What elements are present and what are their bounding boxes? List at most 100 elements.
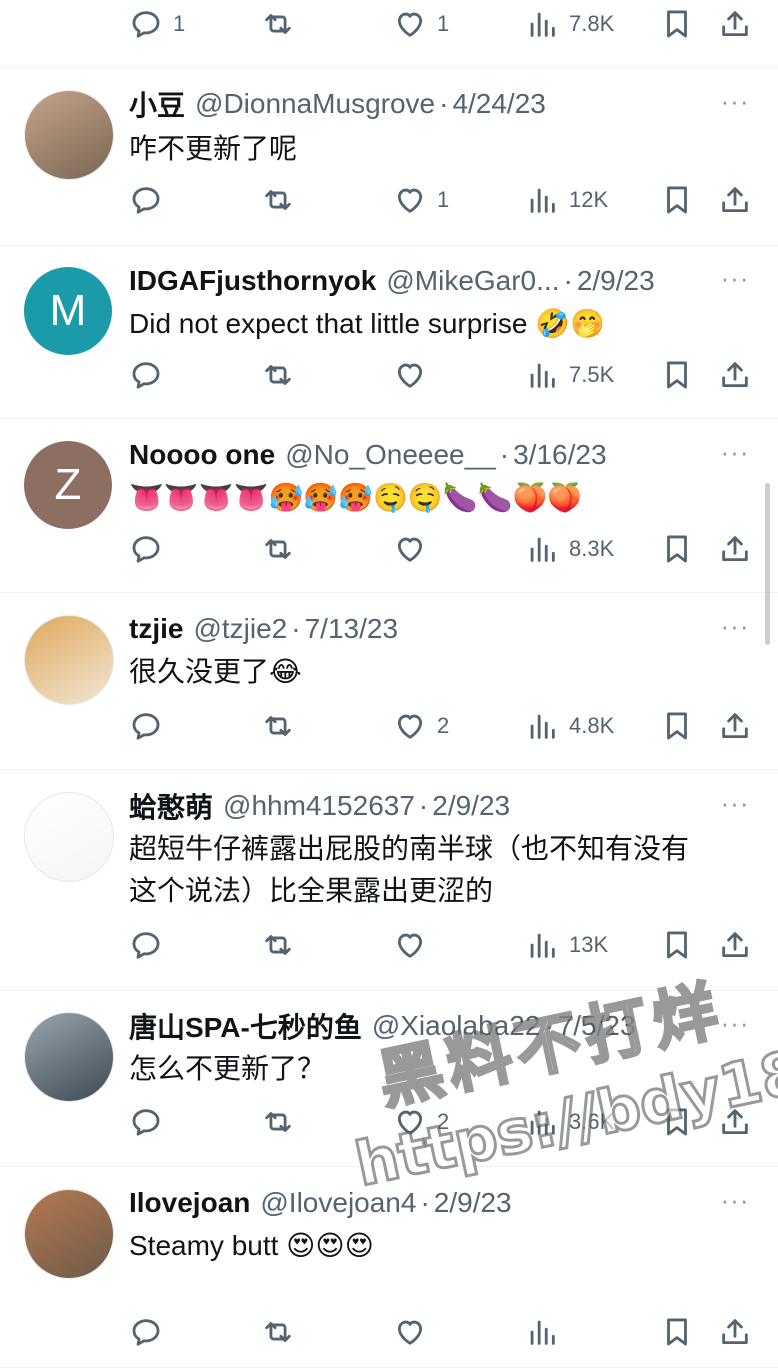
retweet-button[interactable]: [261, 2, 305, 46]
views-button[interactable]: 4.8K: [525, 704, 614, 748]
share-button[interactable]: [718, 2, 752, 46]
separator-dot: ·: [439, 88, 449, 119]
bookmark-button[interactable]: [660, 353, 694, 397]
share-button[interactable]: [718, 178, 752, 222]
share-button[interactable]: [718, 704, 752, 748]
user-handle[interactable]: @MikeGar0...: [386, 265, 559, 297]
tweet-action-bar: 2 4.8K: [0, 704, 778, 748]
like-button[interactable]: [393, 353, 437, 397]
display-name[interactable]: Ilovejoan: [129, 1187, 250, 1219]
tweet-date[interactable]: 3/16/23: [513, 439, 606, 471]
retweet-button[interactable]: [261, 527, 305, 571]
more-options-icon[interactable]: ···: [720, 1008, 750, 1044]
tweet-date[interactable]: 7/5/23: [558, 1010, 636, 1042]
user-handle[interactable]: @Xiaolaba22: [372, 1010, 541, 1042]
tweet[interactable]: M IDGAFjusthornyok @MikeGar0... · 2/9/23…: [0, 245, 778, 419]
scrollbar[interactable]: [765, 483, 770, 645]
tweet-date[interactable]: 2/9/23: [577, 265, 655, 297]
bookmark-button[interactable]: [660, 923, 694, 967]
views-button[interactable]: 8.3K: [525, 527, 614, 571]
tweet-date[interactable]: 4/24/23: [452, 88, 545, 120]
avatar[interactable]: [24, 1189, 114, 1279]
like-button[interactable]: 2: [393, 1100, 449, 1144]
views-chart-icon: [530, 188, 555, 213]
views-button[interactable]: 3.6K: [525, 1100, 614, 1144]
bookmark-button[interactable]: [660, 178, 694, 222]
bookmark-button[interactable]: [660, 527, 694, 571]
display-name[interactable]: Noooo one: [129, 439, 275, 471]
user-handle[interactable]: @Ilovejoan4: [260, 1187, 416, 1219]
views-button[interactable]: 12K: [525, 178, 608, 222]
avatar[interactable]: Z: [24, 441, 112, 529]
reply-button[interactable]: [129, 1310, 173, 1354]
more-options-icon[interactable]: ···: [720, 788, 750, 824]
share-button[interactable]: [718, 527, 752, 571]
like-button[interactable]: 1: [393, 178, 449, 222]
bookmark-button[interactable]: [660, 704, 694, 748]
tweet-date[interactable]: 2/9/23: [434, 1187, 512, 1219]
user-handle[interactable]: @No_Oneeee__: [285, 439, 496, 471]
display-name[interactable]: 小豆: [129, 86, 185, 122]
tweet[interactable]: Z Noooo one @No_Oneeee__ · 3/16/23 ··· 👅…: [0, 419, 778, 593]
like-count: 1: [437, 11, 450, 36]
views-button[interactable]: 7.8K: [525, 2, 614, 46]
tweet[interactable]: tzjie @tzjie2 · 7/13/23 ··· 很久没更了😂 2 4.8…: [0, 593, 778, 770]
reply-button[interactable]: [129, 704, 173, 748]
views-button[interactable]: [525, 1310, 569, 1354]
display-name[interactable]: 蛤憨萌: [129, 788, 213, 824]
user-handle[interactable]: @DionnaMusgrove: [195, 88, 435, 120]
retweet-button[interactable]: [261, 923, 305, 967]
retweet-button[interactable]: [261, 353, 305, 397]
like-button[interactable]: 2: [393, 704, 449, 748]
tweet[interactable]: 蛤憨萌 @hhm4152637 · 2/9/23 ··· 超短牛仔裤露出屁股的南…: [0, 770, 778, 991]
share-button[interactable]: [718, 1310, 752, 1354]
reply-button[interactable]: 1: [129, 2, 185, 46]
display-name[interactable]: tzjie: [129, 613, 183, 645]
views-button[interactable]: 13K: [525, 923, 608, 967]
bookmark-button[interactable]: [660, 1100, 694, 1144]
tweet[interactable]: Ilovejoan @Ilovejoan4 · 2/9/23 ··· Steam…: [0, 1167, 778, 1368]
avatar[interactable]: [24, 792, 114, 882]
like-button[interactable]: [393, 527, 437, 571]
reply-count: 1: [173, 11, 186, 36]
avatar[interactable]: M: [24, 267, 112, 355]
tweet-action-bar: 2 3.6K: [0, 1100, 778, 1144]
reply-button[interactable]: [129, 178, 173, 222]
like-button[interactable]: [393, 1310, 437, 1354]
tweet[interactable]: 唐山SPA-七秒的鱼 @Xiaolaba22 · 7/5/23 ··· 怎么不更…: [0, 991, 778, 1167]
reply-button[interactable]: [129, 923, 173, 967]
more-options-icon[interactable]: ···: [720, 1185, 750, 1221]
like-button[interactable]: [393, 923, 437, 967]
reply-icon: [132, 536, 160, 563]
share-button[interactable]: [718, 353, 752, 397]
retweet-button[interactable]: [261, 178, 305, 222]
retweet-button[interactable]: [261, 1310, 305, 1354]
more-options-icon[interactable]: ···: [720, 611, 750, 647]
like-button[interactable]: 1: [393, 2, 449, 46]
more-options-icon[interactable]: ···: [720, 86, 750, 122]
user-handle[interactable]: @tzjie2: [193, 613, 287, 645]
tweet[interactable]: 小豆 @DionnaMusgrove · 4/24/23 ··· 咋不更新了呢 …: [0, 68, 778, 246]
user-handle[interactable]: @hhm4152637: [223, 790, 415, 822]
bookmark-button[interactable]: [660, 1310, 694, 1354]
retweet-button[interactable]: [261, 1100, 305, 1144]
retweet-button[interactable]: [261, 704, 305, 748]
reply-button[interactable]: [129, 1100, 173, 1144]
tweet-date[interactable]: 2/9/23: [432, 790, 510, 822]
avatar[interactable]: [24, 1012, 114, 1102]
more-options-icon[interactable]: ···: [720, 437, 750, 473]
share-icon: [722, 932, 748, 958]
more-options-icon[interactable]: ···: [720, 263, 750, 299]
avatar[interactable]: [24, 90, 114, 180]
reply-button[interactable]: [129, 527, 173, 571]
share-button[interactable]: [718, 1100, 752, 1144]
avatar[interactable]: [24, 615, 114, 705]
share-button[interactable]: [718, 923, 752, 967]
reply-icon: [132, 362, 160, 389]
views-button[interactable]: 7.5K: [525, 353, 614, 397]
tweet-date[interactable]: 7/13/23: [305, 613, 398, 645]
display-name[interactable]: 唐山SPA-七秒的鱼: [129, 1008, 362, 1044]
display-name[interactable]: IDGAFjusthornyok: [129, 265, 376, 297]
bookmark-button[interactable]: [660, 2, 694, 46]
reply-button[interactable]: [129, 353, 173, 397]
